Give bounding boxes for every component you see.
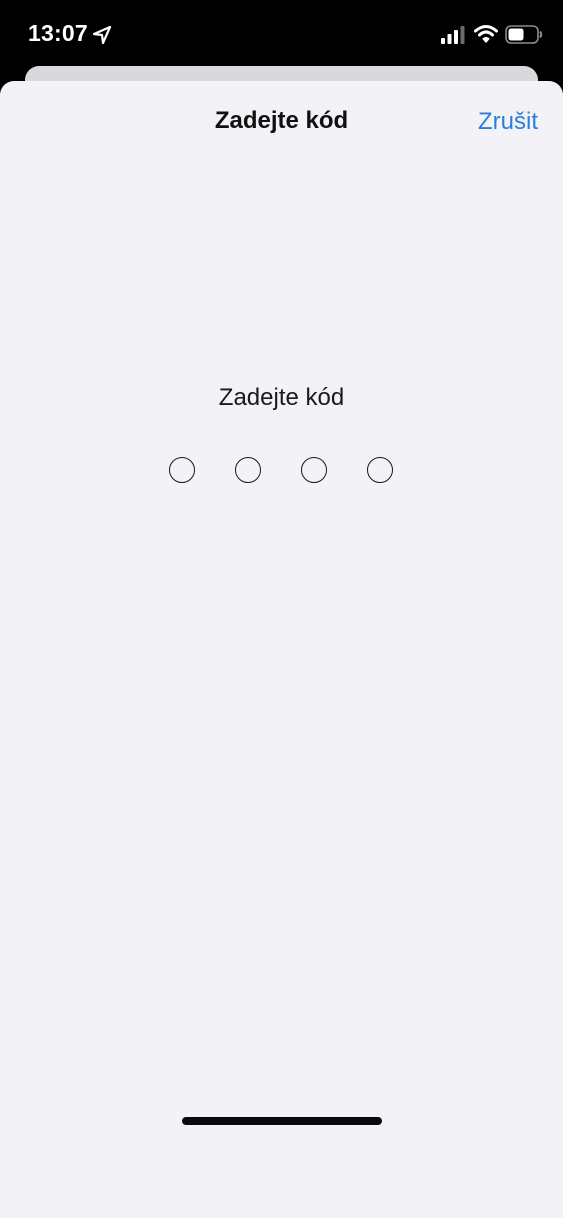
passcode-prompt: Zadejte kód — [218, 384, 345, 411]
wifi-icon — [474, 25, 498, 43]
home-indicator[interactable] — [182, 1117, 382, 1125]
passcode-dot-1 — [169, 457, 195, 483]
cancel-button[interactable]: Zrušit — [478, 108, 538, 136]
passcode-dot-4 — [367, 457, 393, 483]
passcode-sheet: Zadejte kód Zrušit Zadejte kód — [0, 81, 563, 1218]
cellular-signal-icon — [441, 26, 465, 44]
location-arrow-icon — [92, 25, 112, 45]
passcode-dot-3 — [301, 457, 327, 483]
passcode-dot-2 — [235, 457, 261, 483]
status-time: 13:07 — [28, 20, 88, 46]
status-bar: 13:07 — [0, 0, 563, 66]
passcode-dots[interactable] — [169, 457, 393, 487]
battery-icon — [505, 25, 543, 44]
